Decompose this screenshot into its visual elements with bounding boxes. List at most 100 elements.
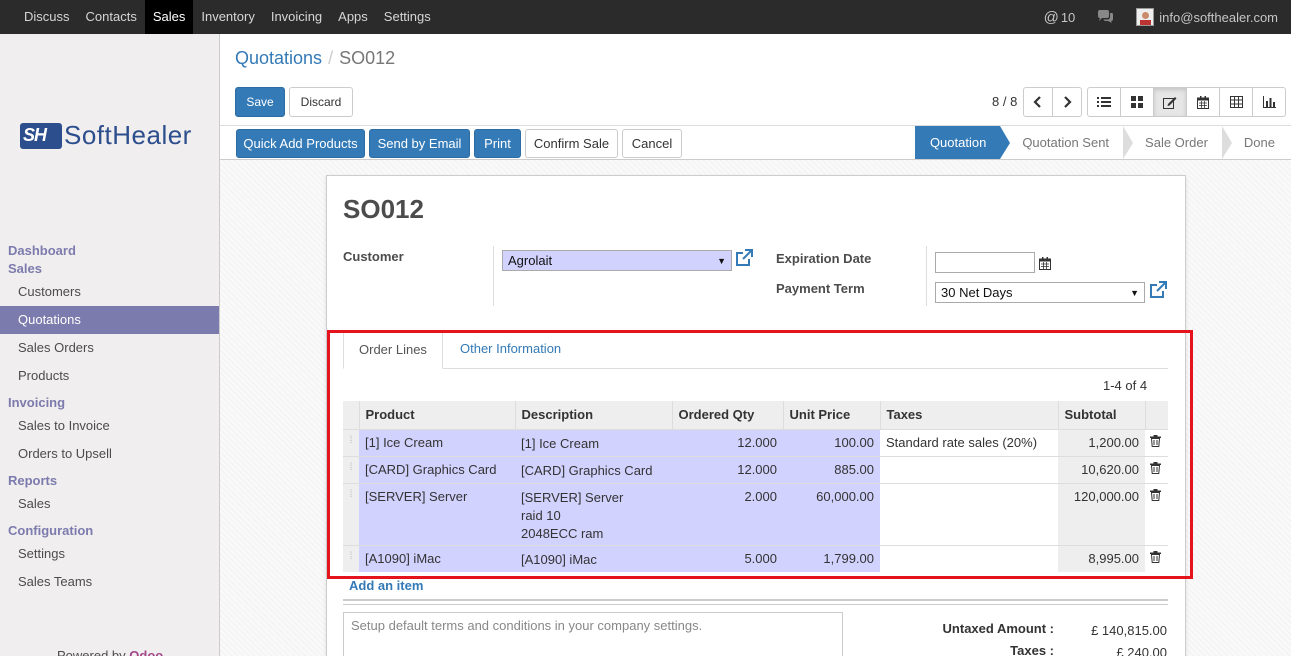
confirm-sale-button[interactable]: Confirm Sale — [525, 129, 618, 158]
column-description[interactable]: Description — [514, 401, 672, 429]
cell-unit-price[interactable]: 100.00 — [783, 428, 880, 456]
pager-previous-button[interactable] — [1023, 87, 1053, 117]
cell-product[interactable]: [1] Ice Cream — [359, 428, 515, 456]
menu-inventory[interactable]: Inventory — [193, 0, 262, 34]
sidebar-item-quotations[interactable]: Quotations — [0, 306, 219, 334]
table-row[interactable]: ⁞ [SERVER] Server [SERVER] Server raid 10 20… — [343, 482, 1168, 545]
cell-product[interactable]: [CARD] Graphics Card — [359, 455, 515, 483]
sidebar-item-products[interactable]: Products — [0, 362, 219, 390]
table-row[interactable]: ⁞ [A1090] iMac [A1090] iMac 5.000 1,799.00 8,… — [343, 544, 1168, 572]
chat-icon[interactable] — [1086, 0, 1125, 34]
chevron-left-icon — [1033, 96, 1041, 108]
discard-button[interactable]: Discard — [289, 87, 353, 117]
drag-handle-icon[interactable]: ⁞ — [343, 428, 359, 456]
sidebar-section-reports[interactable]: Reports — [0, 472, 219, 490]
menu-sales[interactable]: Sales — [144, 0, 194, 34]
sidebar-item-customers[interactable]: Customers — [0, 278, 219, 306]
drag-handle-icon[interactable]: ⁞ — [343, 455, 359, 483]
calendar-icon[interactable] — [1039, 257, 1051, 270]
menu-apps[interactable]: Apps — [330, 0, 376, 34]
cell-description[interactable]: [1] Ice Cream — [515, 428, 672, 456]
cell-unit-price[interactable]: 60,000.00 — [783, 482, 880, 545]
sidebar-item-sales-orders[interactable]: Sales Orders — [0, 334, 219, 362]
column-taxes[interactable]: Taxes — [879, 401, 1058, 429]
user-menu[interactable]: info@softhealer.com — [1125, 0, 1291, 34]
drag-handle-icon[interactable]: ⁞ — [343, 544, 359, 572]
sidebar-section-dashboard[interactable]: Dashboard — [0, 242, 219, 260]
list-view-button[interactable] — [1087, 87, 1121, 117]
notifications[interactable]: @ 10 — [1033, 0, 1087, 34]
cell-product[interactable]: [SERVER] Server — [359, 482, 515, 545]
cell-ordered-qty[interactable]: 12.000 — [672, 428, 783, 456]
payment-term-select[interactable]: 30 Net Days ▼ — [935, 282, 1145, 303]
trash-icon[interactable] — [1145, 544, 1168, 572]
cell-ordered-qty[interactable]: 5.000 — [672, 544, 783, 572]
tab-other-information[interactable]: Other Information — [445, 331, 576, 369]
stage-quotation-sent[interactable]: Quotation Sent — [1000, 126, 1133, 159]
column-subtotal[interactable]: Subtotal — [1057, 401, 1145, 429]
menu-invoicing[interactable]: Invoicing — [263, 0, 330, 34]
sidebar-item-sales-teams[interactable]: Sales Teams — [0, 568, 219, 596]
cell-ordered-qty[interactable]: 2.000 — [672, 482, 783, 545]
sidebar-section-configuration[interactable]: Configuration — [0, 522, 219, 540]
form-view-button[interactable] — [1153, 87, 1187, 117]
quick-add-products-button[interactable]: Quick Add Products — [236, 129, 365, 158]
external-link-icon[interactable] — [1149, 281, 1167, 299]
drag-handle-icon[interactable]: ⁞ — [343, 482, 359, 545]
cell-description[interactable]: [SERVER] Server raid 10 2048ECC ram — [515, 482, 672, 545]
cell-taxes[interactable] — [880, 455, 1058, 483]
column-unit-price[interactable]: Unit Price — [782, 401, 880, 429]
trash-icon[interactable] — [1145, 455, 1168, 483]
kanban-view-button[interactable] — [1120, 87, 1154, 117]
cell-taxes[interactable] — [880, 482, 1058, 545]
sidebar-section-invoicing[interactable]: Invoicing — [0, 394, 219, 412]
cell-unit-price[interactable]: 885.00 — [783, 455, 880, 483]
tab-order-lines[interactable]: Order Lines — [343, 331, 443, 369]
cell-description[interactable]: [A1090] iMac — [515, 544, 672, 572]
save-button[interactable]: Save — [235, 87, 285, 117]
softhealer-logo[interactable]: SoftHealer — [20, 120, 192, 151]
menu-discuss[interactable]: Discuss — [0, 0, 78, 34]
breadcrumb-quotations[interactable]: Quotations — [235, 48, 322, 68]
column-product[interactable]: Product — [358, 401, 515, 429]
sidebar-item-sales-to-invoice[interactable]: Sales to Invoice — [0, 412, 219, 440]
customer-select[interactable]: Agrolait ▼ — [502, 250, 732, 271]
sidebar-item-settings[interactable]: Settings — [0, 540, 219, 568]
stage-quotation[interactable]: Quotation — [914, 126, 1011, 159]
send-by-email-button[interactable]: Send by Email — [369, 129, 470, 158]
cell-product[interactable]: [A1090] iMac — [359, 544, 515, 572]
external-link-icon[interactable] — [735, 249, 753, 267]
add-an-item-link[interactable]: Add an item — [349, 578, 423, 593]
menu-contacts[interactable]: Contacts — [78, 0, 145, 34]
untaxed-amount-value: £ 140,815.00 — [1091, 623, 1167, 638]
cell-description[interactable]: [CARD] Graphics Card — [515, 455, 672, 483]
cell-taxes[interactable] — [880, 544, 1058, 572]
column-ordered-qty[interactable]: Ordered Qty — [671, 401, 783, 429]
cell-taxes[interactable]: Standard rate sales (20%) — [880, 428, 1058, 456]
pager-next-button[interactable] — [1052, 87, 1082, 117]
terms-textarea[interactable]: Setup default terms and conditions in yo… — [343, 612, 843, 656]
trash-icon[interactable] — [1145, 428, 1168, 456]
stage-sale-order[interactable]: Sale Order — [1123, 126, 1232, 159]
stage-done[interactable]: Done — [1221, 126, 1291, 159]
breadcrumb-current: SO012 — [339, 48, 396, 68]
sidebar-item-orders-to-upsell[interactable]: Orders to Upsell — [0, 440, 219, 468]
lines-pager: 1-4 of 4 — [1103, 378, 1148, 393]
calendar-view-button[interactable] — [1186, 87, 1220, 117]
odoo-link[interactable]: Odoo — [129, 648, 163, 656]
cell-unit-price[interactable]: 1,799.00 — [783, 544, 880, 572]
print-button[interactable]: Print — [474, 129, 521, 158]
table-row[interactable]: ⁞ [CARD] Graphics Card [CARD] Graphics Car… — [343, 455, 1168, 483]
sidebar-section-sales[interactable]: Sales — [0, 260, 219, 278]
trash-icon[interactable] — [1145, 482, 1168, 545]
pivot-view-button[interactable] — [1219, 87, 1253, 117]
sidebar-item-sales[interactable]: Sales — [0, 490, 219, 518]
expiration-date-input[interactable] — [935, 252, 1035, 273]
cancel-button[interactable]: Cancel — [622, 129, 682, 158]
table-row[interactable]: ⁞ [1] Ice Cream [1] Ice Cream 12.000 100.00 S… — [343, 428, 1168, 456]
logo-mark-icon — [20, 122, 62, 149]
menu-settings[interactable]: Settings — [376, 0, 439, 34]
cell-ordered-qty[interactable]: 12.000 — [672, 455, 783, 483]
graph-view-button[interactable] — [1252, 87, 1286, 117]
description-line: [CARD] Graphics Card — [521, 462, 653, 478]
